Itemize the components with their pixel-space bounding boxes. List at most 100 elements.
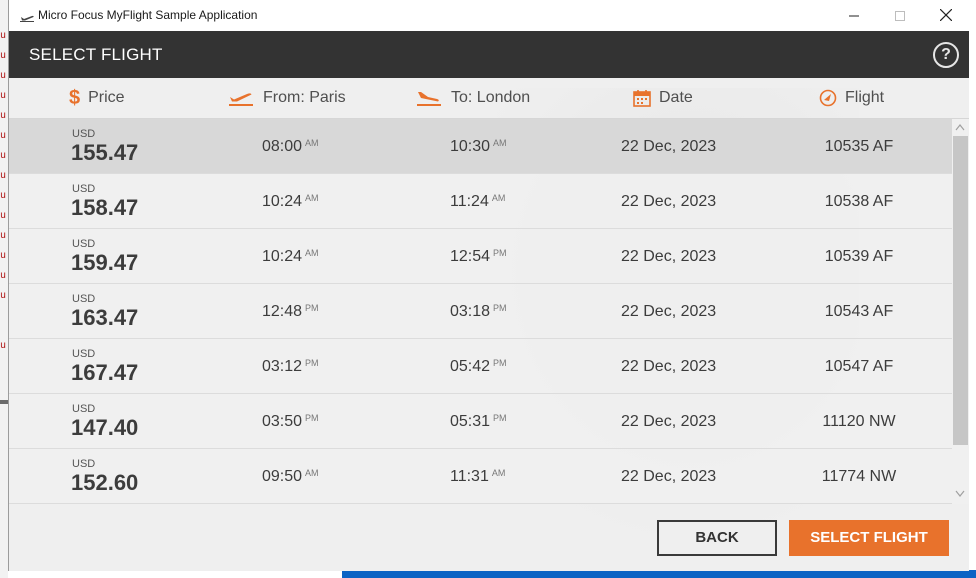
flight-number: 10538 AF: [824, 193, 894, 210]
desktop-text-fragment: u: [0, 90, 7, 101]
desktop-text-fragment: u: [0, 190, 7, 201]
time-period: PM: [493, 248, 507, 258]
desktop-divider: [0, 400, 8, 404]
desktop-text-fragment: u: [0, 150, 7, 161]
flight-number: 10543 AF: [824, 303, 894, 320]
help-button[interactable]: ?: [933, 42, 959, 68]
flight-row[interactable]: USD 167.47 03:12 PM 05:42 PM 22 Dec, 2023 …: [9, 339, 952, 394]
flight-number: 10547 AF: [824, 358, 894, 375]
time-period: AM: [305, 138, 319, 148]
time-period: AM: [305, 248, 319, 258]
time-value: 03:18: [450, 303, 491, 320]
dollar-icon: $: [69, 86, 81, 109]
maximize-button[interactable]: [877, 0, 923, 31]
minimize-button[interactable]: [831, 0, 877, 31]
price-value: 167.47: [71, 360, 139, 385]
title-bar[interactable]: Micro Focus MyFlight Sample Application: [9, 0, 969, 31]
flight-row[interactable]: USD 163.47 12:48 PM 03:18 PM 22 Dec, 2023 …: [9, 284, 952, 339]
select-flight-button[interactable]: SELECT FLIGHT: [789, 520, 949, 556]
desktop-text-fragment: u: [0, 30, 7, 41]
column-header-to[interactable]: To: London: [415, 78, 530, 118]
flight-date: 22 Dec, 2023: [621, 193, 717, 210]
desktop-text-fragment: u: [0, 210, 7, 221]
column-header-price[interactable]: $ Price: [69, 78, 125, 118]
time-period: PM: [305, 358, 319, 368]
flight-table: USD 155.47 08:00 AM 10:30 AM 22 Dec, 2023 …: [9, 119, 952, 504]
currency-label: USD: [72, 293, 96, 305]
desktop-text-fragment: u: [0, 250, 7, 261]
currency-label: USD: [72, 128, 96, 140]
scroll-down-arrow-icon[interactable]: [955, 490, 965, 500]
time-period: PM: [493, 358, 507, 368]
desktop-text-fragment: u: [0, 290, 7, 301]
time-value: 05:42: [450, 358, 491, 375]
desktop-text-fragment: u: [0, 270, 7, 281]
close-icon: [939, 6, 953, 25]
departure-time: 10:24 AM: [262, 193, 319, 211]
column-header-label: Date: [659, 89, 693, 106]
price-value: 147.40: [71, 415, 139, 440]
currency-label: USD: [72, 458, 96, 470]
column-header-date[interactable]: Date: [633, 78, 693, 118]
flight-compass-icon: [819, 89, 837, 107]
arrival-time: 10:30 AM: [450, 138, 507, 156]
desktop-taskbar-edge: [342, 570, 976, 578]
flight-date: 22 Dec, 2023: [621, 303, 717, 320]
flight-list-panel: $ Price From: Paris To: London Date Flig…: [9, 78, 969, 571]
column-header-flight[interactable]: Flight: [819, 78, 884, 118]
time-period: PM: [305, 413, 319, 423]
flight-number: 10539 AF: [824, 248, 894, 265]
time-value: 03:50: [262, 413, 303, 430]
column-header-label: Price: [88, 89, 125, 106]
arrival-time: 05:42 PM: [450, 358, 507, 376]
flight-number: 11120 NW: [822, 413, 896, 430]
flight-row[interactable]: USD 152.60 09:50 AM 11:31 AM 22 Dec, 2023 …: [9, 449, 952, 504]
back-button[interactable]: BACK: [657, 520, 777, 556]
time-period: PM: [493, 413, 507, 423]
time-period: AM: [491, 193, 506, 203]
time-value: 05:31: [450, 413, 491, 430]
currency-label: USD: [72, 238, 96, 250]
desktop-text-fragment: u: [0, 230, 7, 241]
column-header-label: To: London: [451, 89, 531, 106]
departure-time: 12:48 PM: [262, 303, 319, 321]
vertical-scrollbar[interactable]: [952, 119, 969, 504]
time-value: 10:24: [262, 193, 303, 210]
price-value: 155.47: [71, 140, 139, 165]
currency-label: USD: [72, 348, 96, 360]
app-window: Micro Focus MyFlight Sample Application …: [8, 0, 969, 571]
arrival-time: 05:31 PM: [450, 413, 507, 431]
window-title: Micro Focus MyFlight Sample Application: [38, 8, 258, 22]
flight-row[interactable]: USD 155.47 08:00 AM 10:30 AM 22 Dec, 2023 …: [9, 119, 952, 174]
time-period: AM: [493, 138, 507, 148]
time-period: AM: [491, 468, 506, 478]
time-value: 12:48: [262, 303, 303, 320]
scrollbar-thumb[interactable]: [953, 136, 968, 445]
desktop-text-fragment: u: [0, 110, 7, 121]
time-value: 11:24: [450, 193, 489, 210]
desktop-background-left: u u u u u u u u u u u u u u u: [0, 0, 8, 578]
arrival-time: 03:18 PM: [450, 303, 507, 321]
time-period: AM: [305, 193, 319, 203]
time-value: 10:30: [450, 138, 491, 155]
currency-label: USD: [72, 403, 96, 415]
departure-time: 03:50 PM: [262, 413, 319, 431]
plane-app-icon: [19, 9, 35, 22]
price-value: 152.60: [71, 470, 139, 495]
page-title: SELECT FLIGHT: [29, 45, 163, 64]
flight-date: 22 Dec, 2023: [621, 358, 717, 375]
minimize-icon: [849, 6, 859, 25]
time-value: 03:12: [262, 358, 303, 375]
flight-row[interactable]: USD 159.47 10:24 AM 12:54 PM 22 Dec, 2023 …: [9, 229, 952, 284]
flight-row[interactable]: USD 158.47 10:24 AM 11:24 AM 22 Dec, 2023 …: [9, 174, 952, 229]
time-value: 11:31: [450, 468, 489, 485]
time-period: PM: [493, 303, 507, 313]
departure-time: 03:12 PM: [262, 358, 319, 376]
desktop-text-fragment: u: [0, 340, 7, 351]
column-header-label: Flight: [845, 89, 885, 106]
price-value: 163.47: [71, 305, 139, 330]
scroll-up-arrow-icon[interactable]: [955, 123, 965, 133]
close-button[interactable]: [923, 0, 969, 31]
flight-row[interactable]: USD 147.40 03:50 PM 05:31 PM 22 Dec, 2023 …: [9, 394, 952, 449]
column-header-from[interactable]: From: Paris: [227, 78, 346, 118]
